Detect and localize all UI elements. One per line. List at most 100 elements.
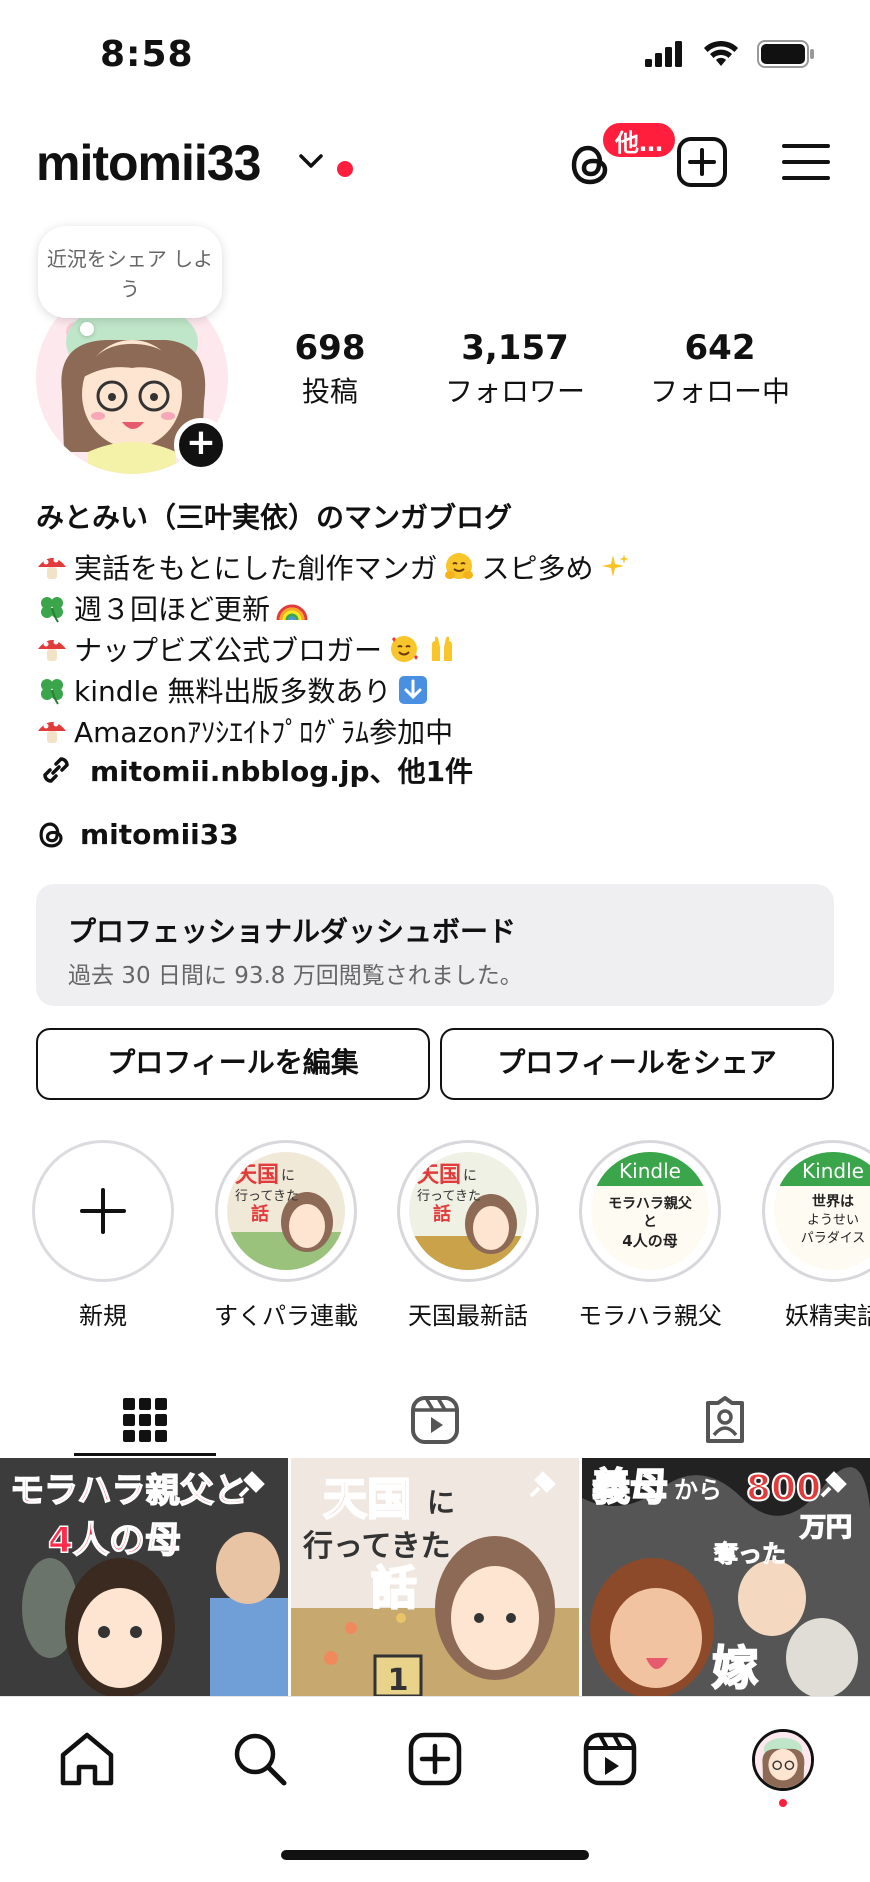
grid-icon [123,1398,167,1442]
battery-icon [757,40,814,68]
highlight-art-text: Kindle [802,1159,864,1183]
create-icon[interactable] [405,1729,465,1789]
create-post-icon[interactable] [676,136,728,188]
highlight-art-text: 話 [433,1203,451,1225]
highlight-new[interactable]: 新規 [30,1140,176,1331]
tab-posts-grid[interactable] [0,1380,290,1460]
highlight-ring: 天国 に 行ってきた 話 [215,1140,357,1282]
highlight-art-text: 行ってきた [417,1189,481,1204]
mushroom-icon [38,721,66,743]
professional-dashboard[interactable]: プロフェッショナルダッシュボード 過去 30 日間に 93.8 万回閲覧されまし… [36,884,834,1006]
highlight-label: 新規 [79,1302,127,1330]
profile-bio: みとみい（三叶実依）のマンガブログ 実話をもとにした創作マンガ スピ多め 週３回… [36,496,856,751]
threads-profile-link[interactable]: mitomii33 [36,818,239,851]
highlight-art-text: 4人の母 [622,1232,677,1250]
bio-link[interactable]: mitomii.nbblog.jp、他1件 [36,750,473,790]
reels-icon [411,1396,459,1444]
notification-dot [337,161,353,177]
edit-profile-button[interactable]: プロフィールを編集 [36,1028,430,1100]
threads-icon [39,822,63,847]
post-title-text: モラハラ親父と [10,1471,248,1511]
highlight-item[interactable]: 天国 に 行ってきた 話 天国最新話 [395,1140,541,1331]
dashboard-title: プロフェッショナルダッシュボード [68,915,517,948]
threads-handle[interactable]: mitomii33 [80,818,239,851]
post-thumbnail[interactable]: モラハラ親父と 4人の母 [0,1458,288,1696]
posts-grid: モラハラ親父と 4人の母 天国 に 行ってきた 話 1 義母 から 800 万円… [0,1458,870,1696]
post-title-text: に [427,1486,455,1519]
hamburger-menu-icon[interactable] [782,140,830,184]
signal-icon [645,41,682,67]
bio-line-text: ナップビズ公式ブロガー [74,633,383,667]
stat-followers[interactable]: 3,157 フォロワー [410,328,620,410]
highlight-art-text: ようせい [807,1213,859,1228]
note-bubble[interactable]: 近況をシェア しよう [38,226,222,318]
stat-following-label: フォロー中 [649,375,790,408]
tab-reels[interactable] [290,1380,580,1460]
profile-avatar-tab[interactable] [752,1729,814,1791]
highlight-item[interactable]: Kindle 世界は ようせい パラダイス 妖精実話 [760,1140,870,1331]
mushroom-icon [38,639,66,661]
post-title-text: 万円 [800,1513,852,1543]
post-title-text: 4人の母 [48,1520,181,1561]
share-profile-button[interactable]: プロフィールをシェア [440,1028,834,1100]
add-story-button[interactable]: + [174,418,228,472]
highlight-label: 妖精実話 [785,1302,870,1330]
clover-icon [41,678,63,705]
sparkles-icon [602,553,630,577]
account-switcher-username[interactable]: mitomii33 [36,134,261,192]
highlight-art-text: 行ってきた [235,1189,299,1204]
highlight-cover: Kindle モラハラ親父 と 4人の母 [591,1152,709,1270]
status-icons [645,40,815,68]
bio-line: ナップビズ公式ブロガー [36,628,856,669]
bio-line-text: kindle 無料出版多数あり [74,674,392,708]
profile-stats: 698 投稿 3,157 フォロワー 642 フォロー中 [250,328,850,410]
note-bubble-tail [80,322,94,336]
home-icon[interactable] [57,1729,117,1789]
post-title-text: 1 [388,1663,409,1696]
status-time: 8:58 [100,34,194,75]
stat-following-count: 642 [684,328,756,368]
profile-notification-dot [779,1799,787,1807]
stat-following[interactable]: 642 フォロー中 [620,328,820,410]
bio-line: kindle 無料出版多数あり [36,669,856,710]
highlight-ring: Kindle モラハラ親父 と 4人の母 [579,1140,721,1282]
raising-hands-icon [432,636,453,661]
highlight-item[interactable]: Kindle モラハラ親父 と 4人の母 モラハラ親父 [577,1140,723,1331]
post-title-text: 話 [371,1561,417,1615]
bio-line-text: スピ多め [481,551,594,585]
bio-line: 週３回ほど更新 [36,587,856,628]
post-title-text: から [674,1476,722,1504]
stat-posts[interactable]: 698 投稿 [250,328,410,410]
bio-line: 実話をもとにした創作マンガ スピ多め [36,546,856,587]
stat-posts-label: 投稿 [301,375,358,408]
chevron-down-icon[interactable] [298,152,324,170]
highlight-item[interactable]: 天国 に 行ってきた 話 すくパラ連載 [213,1140,359,1331]
highlight-ring: Kindle 世界は ようせい パラダイス [762,1140,870,1282]
highlight-art-text: と [643,1214,657,1230]
clover-icon [41,596,63,623]
highlight-cover: 天国 に 行ってきた 話 [227,1152,345,1270]
highlight-art-text: に [281,1168,295,1184]
highlight-label: すくパラ連載 [214,1302,358,1330]
search-icon[interactable] [230,1729,290,1789]
post-thumbnail[interactable]: 義母 から 800 万円 奪った 嫁 [582,1458,870,1696]
down-arrow-icon [399,675,428,704]
bio-line-text: Amazonｱｿｼｴｲﾄﾌﾟﾛｸﾞﾗﾑ参加中 [74,715,454,749]
highlight-label: モラハラ親父 [578,1302,722,1330]
highlight-cover: 天国 に 行ってきた 話 [409,1152,527,1270]
bio-line-text: 週３回ほど更新 [74,592,271,626]
stat-followers-label: フォロワー [444,375,585,408]
stat-followers-count: 3,157 [461,328,569,368]
reels-icon[interactable] [580,1729,640,1789]
rainbow-icon [276,604,308,620]
tab-tagged[interactable] [580,1380,870,1460]
post-thumbnail[interactable]: 天国 に 行ってきた 話 1 [291,1458,579,1696]
highlight-art-text: 天国 [417,1163,461,1188]
profile-header: mitomii33 他… [0,120,870,210]
post-title-text: 奪った [714,1540,786,1568]
smiling-hearts-icon [391,635,419,662]
bio-link-text[interactable]: mitomii.nbblog.jp、他1件 [90,750,473,790]
highlight-art-text: Kindle [619,1159,681,1183]
post-title-text: 800 [746,1468,821,1509]
highlight-art-text: 天国 [235,1163,279,1188]
